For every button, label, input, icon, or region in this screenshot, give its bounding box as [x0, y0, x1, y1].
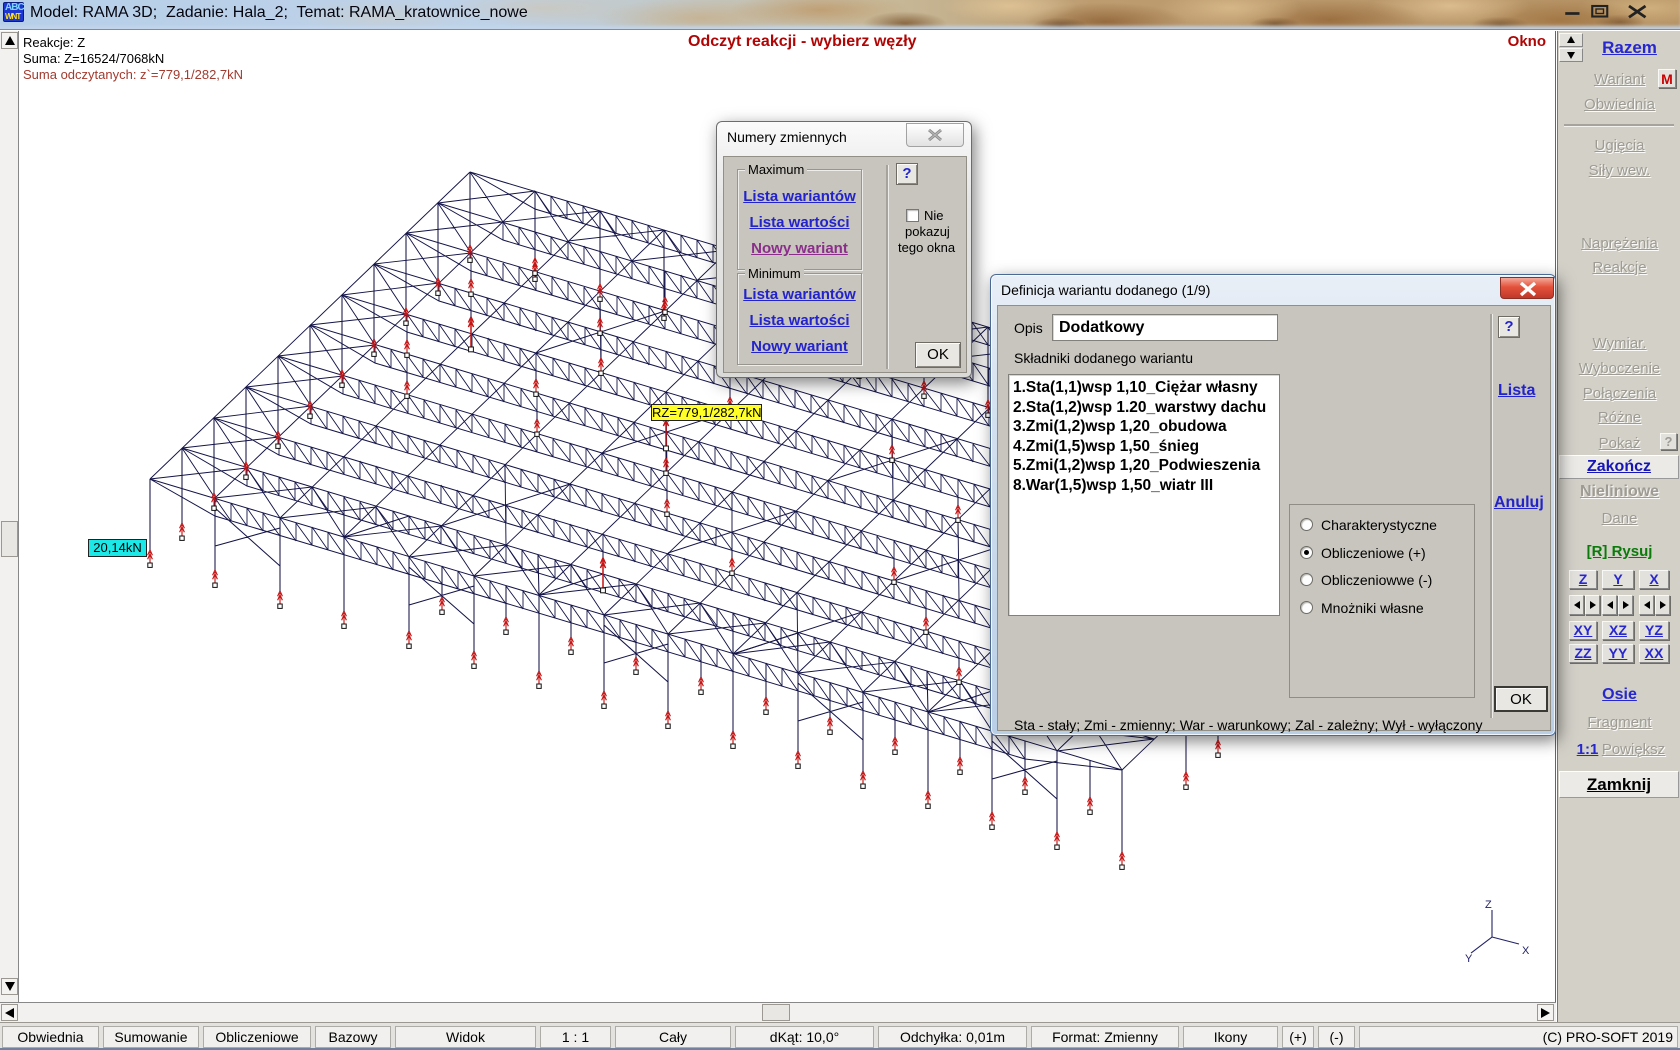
svg-text:X: X — [1522, 945, 1530, 957]
svg-text:Z: Z — [1485, 899, 1492, 911]
svg-text:Y: Y — [1465, 953, 1473, 965]
